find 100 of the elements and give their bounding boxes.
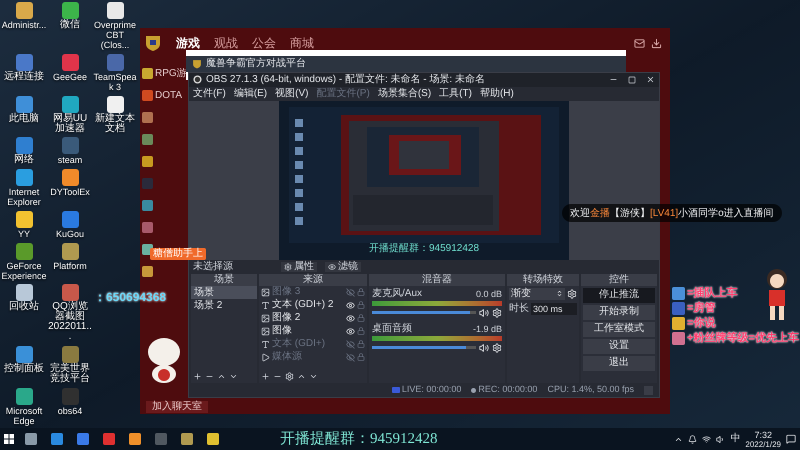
game-icon[interactable] bbox=[142, 134, 153, 144]
nav-tab[interactable]: 观战 bbox=[214, 34, 238, 52]
duration-field[interactable]: 300 ms bbox=[531, 302, 577, 315]
shield-logo-icon bbox=[144, 34, 162, 52]
no-source-label: 未选择源 bbox=[193, 262, 234, 272]
filter-icon bbox=[328, 262, 336, 271]
network-icon[interactable] bbox=[702, 434, 712, 444]
join-chat-button[interactable]: 加入聊天室 bbox=[146, 401, 208, 413]
menu-item[interactable]: 文件(F) bbox=[193, 88, 226, 99]
app-icon[interactable] bbox=[62, 96, 78, 113]
nav-tab[interactable]: 公会 bbox=[252, 34, 276, 52]
channel-reading: -1.9 dB bbox=[472, 324, 502, 334]
settings-icon[interactable] bbox=[567, 288, 577, 299]
clock[interactable]: 7:32 2022/1/29 bbox=[745, 430, 781, 448]
ime-indicator[interactable]: 中 bbox=[730, 434, 740, 444]
icon-label: Platform bbox=[53, 260, 87, 271]
app-icon[interactable] bbox=[16, 388, 32, 405]
obs-logo-icon bbox=[193, 75, 202, 84]
nav-tab[interactable]: 商城 bbox=[290, 34, 314, 52]
dock-title: 混音器 bbox=[422, 274, 452, 285]
control-button[interactable]: 停止推流 bbox=[583, 288, 655, 303]
channel-name: 桌面音频 bbox=[372, 324, 412, 334]
menu-item[interactable]: 场景集合(S) bbox=[378, 88, 432, 99]
lock-icon[interactable] bbox=[357, 340, 365, 348]
game-icon[interactable] bbox=[142, 266, 153, 276]
source-item[interactable]: 图像 bbox=[272, 326, 292, 336]
helper-tooltip: 糖僧助手上 bbox=[150, 248, 206, 260]
menu-item[interactable]: 编辑(E) bbox=[234, 88, 268, 99]
menu-item[interactable]: 视图(V) bbox=[275, 88, 308, 99]
lock-icon[interactable] bbox=[357, 353, 365, 362]
windows-start-icon[interactable] bbox=[4, 434, 14, 444]
channel-reading: 0.0 dB bbox=[476, 288, 502, 299]
icon-label: 回收站 bbox=[9, 302, 39, 312]
source-type-icon bbox=[261, 326, 270, 336]
game-label[interactable]: RPG游 bbox=[155, 66, 187, 80]
icon-label: obs64 bbox=[58, 406, 82, 416]
settings-icon[interactable] bbox=[285, 372, 294, 382]
properties-button[interactable]: 属性 bbox=[281, 262, 317, 272]
bell-icon[interactable] bbox=[688, 434, 698, 444]
icon-label: GeeGee bbox=[52, 72, 88, 82]
icon-label: 控制面板 bbox=[4, 364, 44, 374]
nav-tab[interactable]: 游戏 bbox=[176, 34, 200, 52]
game-icon[interactable] bbox=[142, 156, 153, 166]
duration-label: 时长 bbox=[509, 304, 529, 314]
game-icon[interactable] bbox=[142, 68, 153, 78]
notification-bar: 欢迎金播【游侠】[LV41]小酒同学o进入直播间 bbox=[562, 204, 782, 222]
icon-label: 远程连接 bbox=[4, 72, 44, 82]
filters-button[interactable]: 滤镜 bbox=[325, 262, 361, 272]
speaker-icon[interactable] bbox=[716, 434, 726, 444]
control-button[interactable]: 开始录制 bbox=[583, 304, 655, 320]
icon-label: GeForce Experience bbox=[0, 260, 48, 281]
close-icon[interactable] bbox=[646, 75, 655, 84]
live-indicator-icon bbox=[392, 387, 400, 394]
maximize-icon[interactable] bbox=[628, 76, 636, 84]
source-type-icon bbox=[261, 340, 270, 349]
lock-icon[interactable] bbox=[357, 288, 365, 296]
game-icon[interactable] bbox=[142, 90, 153, 100]
app-icon[interactable] bbox=[106, 96, 124, 113]
control-button[interactable]: 退出 bbox=[583, 356, 655, 371]
game-label[interactable]: DOTA bbox=[155, 88, 182, 102]
source-item[interactable]: 图像 2 bbox=[272, 313, 300, 324]
menu-item[interactable]: 工具(T) bbox=[439, 88, 472, 99]
app-icon[interactable] bbox=[62, 169, 78, 186]
game-icon[interactable] bbox=[142, 222, 153, 232]
app-icon[interactable] bbox=[62, 242, 78, 260]
window-title: OBS 27.1.3 (64-bit, windows) - 配置文件: 未命名 - 场景: 未命名 bbox=[206, 74, 485, 85]
control-button[interactable]: 设置 bbox=[583, 338, 655, 354]
icon-label: steam bbox=[58, 155, 82, 166]
dock-title: 来源 bbox=[303, 274, 323, 285]
transition-select[interactable]: 渐变 bbox=[509, 288, 565, 300]
icon-label: Microsoft Edge bbox=[4, 406, 44, 426]
icon-label: 网络 bbox=[14, 155, 34, 166]
app-icon[interactable] bbox=[16, 284, 32, 302]
add-icon[interactable] bbox=[261, 372, 270, 382]
mail-icon[interactable] bbox=[634, 38, 645, 48]
scene-item[interactable]: 场景 2 bbox=[191, 298, 257, 312]
icon-label: YY bbox=[18, 228, 30, 239]
app-icon[interactable] bbox=[62, 2, 78, 19]
game-icon[interactable] bbox=[142, 200, 153, 210]
notification-icon[interactable] bbox=[786, 434, 796, 444]
dock-title: 场景 bbox=[214, 274, 234, 285]
menu-item[interactable]: 帮助(H) bbox=[480, 88, 514, 99]
up-down-caret-icon bbox=[556, 290, 563, 298]
control-button[interactable]: 工作室模式 bbox=[583, 322, 655, 337]
game-icon[interactable] bbox=[142, 112, 153, 122]
source-item[interactable]: 文本 (GDI+) 2 bbox=[272, 300, 334, 310]
sticker-caption: +粉丝牌等级=优先上车 bbox=[687, 331, 799, 345]
add-icon[interactable] bbox=[193, 372, 202, 382]
speaker-icon[interactable] bbox=[479, 342, 489, 353]
app-icon[interactable] bbox=[106, 2, 124, 19]
download-icon[interactable] bbox=[651, 38, 662, 48]
settings-icon[interactable] bbox=[492, 308, 502, 318]
scene-item[interactable]: 场景 bbox=[191, 286, 257, 299]
app-icon[interactable] bbox=[16, 2, 32, 19]
cpu-fps-text: CPU: 1.4%, 50.00 fps bbox=[547, 383, 634, 396]
icon-label: Administr... bbox=[2, 20, 46, 30]
rec-time: REC: 00:00:00 bbox=[478, 383, 538, 396]
app-icon[interactable] bbox=[16, 210, 32, 228]
speaker-icon[interactable] bbox=[479, 308, 489, 318]
settings-icon[interactable] bbox=[492, 342, 502, 353]
